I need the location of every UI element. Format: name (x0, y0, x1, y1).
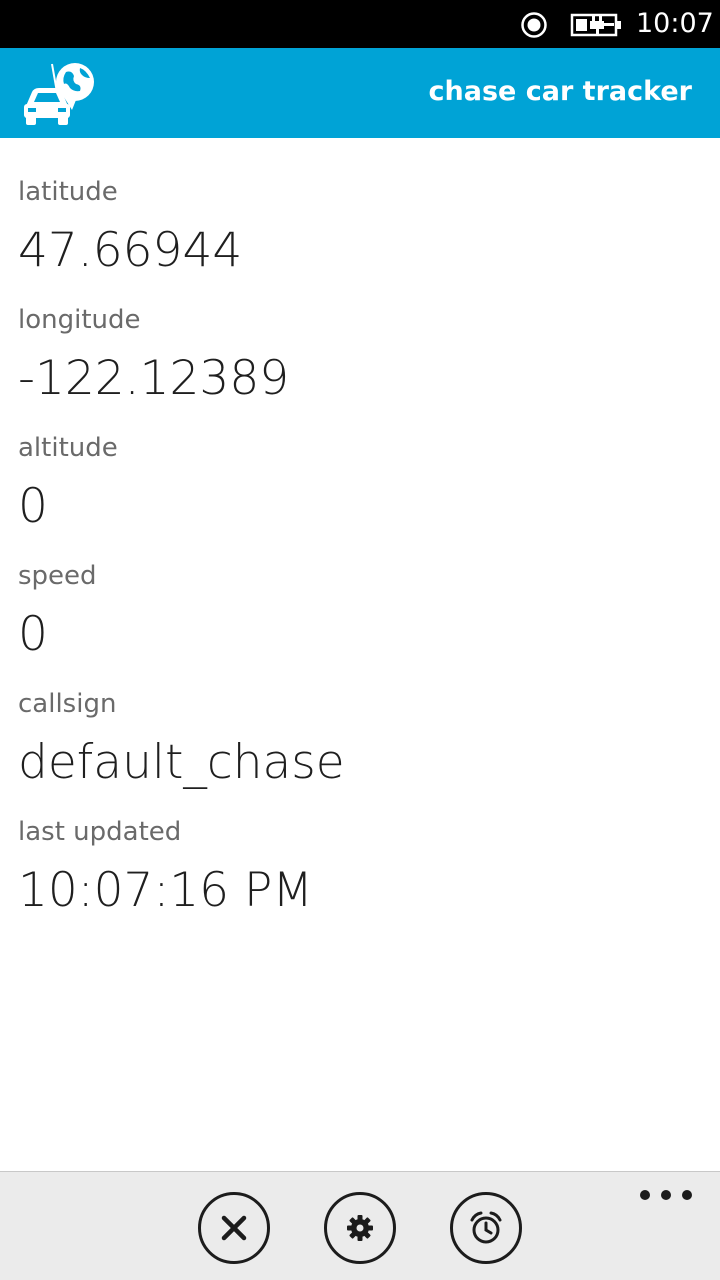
more-dots-icon[interactable] (640, 1184, 692, 1206)
field-latitude: latitude 47.66944 (18, 172, 708, 300)
alarm-clock-icon (470, 1211, 502, 1244)
field-longitude: longitude -122.12389 (18, 300, 708, 428)
close-icon (221, 1215, 247, 1241)
field-label: altitude (18, 433, 118, 463)
dot (661, 1190, 671, 1200)
field-label: speed (18, 561, 97, 591)
status-bar: 10:07 (0, 0, 720, 48)
alarm-button[interactable] (450, 1192, 522, 1264)
field-label: last updated (18, 817, 182, 847)
status-time: 10:07 (636, 8, 714, 39)
field-altitude: altitude 0 (18, 428, 708, 556)
page-title: chase car tracker (428, 76, 692, 107)
field-value: 47.66944 (18, 223, 243, 278)
field-callsign: callsign default_chase (18, 684, 708, 812)
field-value: 0 (18, 479, 48, 534)
car-globe-logo-icon (24, 63, 94, 125)
dot (640, 1190, 650, 1200)
dot (682, 1190, 692, 1200)
battery-charging-icon (570, 13, 621, 37)
field-value: 10:07:16 PM (18, 863, 313, 918)
cancel-button[interactable] (198, 1192, 270, 1264)
app-header: chase car tracker (0, 48, 720, 138)
field-value: default_chase (18, 735, 345, 790)
field-value: 0 (18, 607, 48, 662)
field-label: longitude (18, 305, 141, 335)
settings-button[interactable] (324, 1192, 396, 1264)
field-speed: speed 0 (18, 556, 708, 684)
field-label: callsign (18, 689, 117, 719)
field-label: latitude (18, 177, 118, 207)
settings-icon (347, 1215, 373, 1241)
tracker-fields: latitude 47.66944 longitude -122.12389 a… (18, 172, 708, 940)
field-value: -122.12389 (18, 351, 290, 406)
location-icon (521, 12, 547, 38)
field-last-updated: last updated 10:07:16 PM (18, 812, 708, 940)
application-bar (0, 1171, 720, 1280)
